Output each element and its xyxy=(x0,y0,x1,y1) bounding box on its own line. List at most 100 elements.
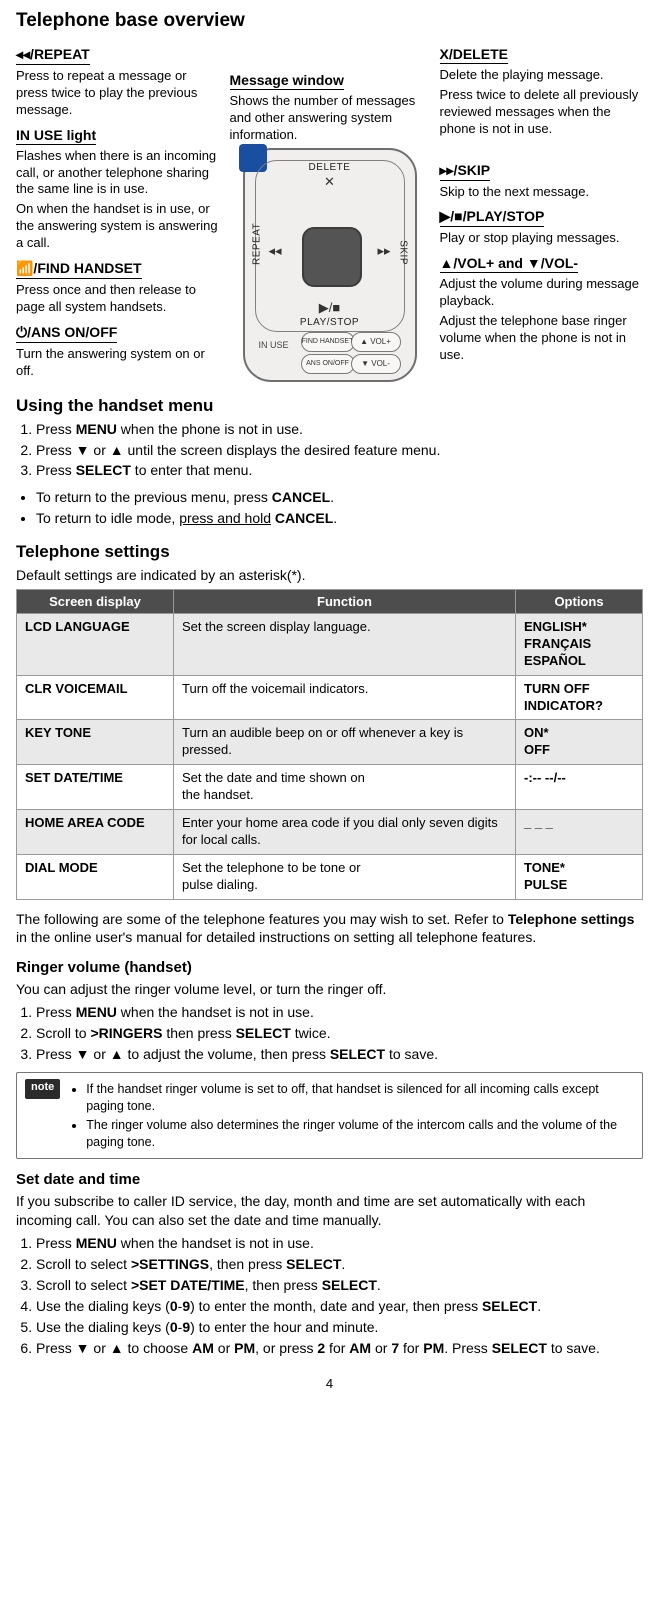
cell-screen: DIAL MODE xyxy=(17,854,174,899)
list-item: Scroll to select >SET DATE/TIME, then pr… xyxy=(36,1276,643,1295)
vol-text1: Adjust the volume during message playbac… xyxy=(440,276,644,310)
th-function: Function xyxy=(174,590,516,614)
list-item: Scroll to >RINGERS then press SELECT twi… xyxy=(36,1024,643,1043)
repeat-title: ◂◂/REPEAT xyxy=(16,46,90,65)
cell-options: TURN OFF INDICATOR? xyxy=(516,675,643,720)
datetime-title: Set date and time xyxy=(16,1171,643,1188)
datetime-intro: If you subscribe to caller ID service, t… xyxy=(16,1192,643,1230)
cell-function: Set the date and time shown on the hands… xyxy=(174,765,516,810)
settings-title: Telephone settings xyxy=(16,542,643,562)
th-options: Options xyxy=(516,590,643,614)
ringer-notes: If the handset ringer volume is set to o… xyxy=(70,1079,634,1153)
label-inuse: IN USE xyxy=(259,340,289,350)
list-item: Press MENU when the handset is not in us… xyxy=(36,1003,643,1022)
playstop-icon: ▶/■ xyxy=(319,300,340,316)
label-skip: SKIP xyxy=(397,240,408,265)
cell-function: Set the screen display language. xyxy=(174,614,516,676)
manual-page: Telephone base overview ◂◂/REPEAT Press … xyxy=(0,0,659,1431)
table-row: SET DATE/TIMESet the date and time shown… xyxy=(17,765,643,810)
settings-table: Screen display Function Options LCD LANG… xyxy=(16,589,643,900)
skip-title: ▸▸/SKIP xyxy=(440,162,491,181)
inuse-text2: On when the handset is in use, or the an… xyxy=(16,201,220,252)
pill-find: FIND HANDSET xyxy=(301,332,355,352)
pill-volplus: ▲ VOL+ xyxy=(351,332,401,352)
overview-left-column: ◂◂/REPEAT Press to repeat a message or p… xyxy=(16,38,220,382)
page-number: 4 xyxy=(16,1376,643,1391)
settings-after: The following are some of the telephone … xyxy=(16,910,643,948)
list-item: Press ▼ or ▲ to choose AM or PM, or pres… xyxy=(36,1339,643,1358)
table-row: DIAL MODESet the telephone to be tone or… xyxy=(17,854,643,899)
th-screen: Screen display xyxy=(17,590,174,614)
forward-icon: ▸▸ xyxy=(377,243,390,259)
cell-function: Enter your home area code if you dial on… xyxy=(174,810,516,855)
xdelete-text2: Press twice to delete all previously rev… xyxy=(440,87,644,138)
cell-function: Turn an audible beep on or off whenever … xyxy=(174,720,516,765)
find-text: Press once and then release to page all … xyxy=(16,282,220,316)
page-title: Telephone base overview xyxy=(16,10,643,32)
table-row: HOME AREA CODEEnter your home area code … xyxy=(17,810,643,855)
note-label: note xyxy=(25,1079,60,1099)
label-repeat: REPEAT xyxy=(251,222,262,264)
repeat-text: Press to repeat a message or press twice… xyxy=(16,68,220,119)
cell-options: ENGLISH* FRANÇAIS ESPAÑOL xyxy=(516,614,643,676)
center-button xyxy=(302,227,362,287)
list-item: Press SELECT to enter that menu. xyxy=(36,461,643,480)
ringer-title: Ringer volume (handset) xyxy=(16,959,643,976)
skip-text: Skip to the next message. xyxy=(440,184,644,201)
table-row: KEY TONETurn an audible beep on or off w… xyxy=(17,720,643,765)
cell-function: Turn off the voicemail indicators. xyxy=(174,675,516,720)
list-item: Use the dialing keys (0-9) to enter the … xyxy=(36,1297,643,1316)
cell-function: Set the telephone to be tone or pulse di… xyxy=(174,854,516,899)
overview-section: ◂◂/REPEAT Press to repeat a message or p… xyxy=(16,38,643,382)
ans-title: ⏻/ANS ON/OFF xyxy=(16,324,117,343)
note-item: The ringer volume also determines the ri… xyxy=(86,1117,634,1151)
x-icon: ✕ xyxy=(324,174,335,190)
datetime-steps: Press MENU when the handset is not in us… xyxy=(16,1234,643,1357)
ringer-steps: Press MENU when the handset is not in us… xyxy=(16,1003,643,1064)
cell-screen: SET DATE/TIME xyxy=(17,765,174,810)
cell-screen: HOME AREA CODE xyxy=(17,810,174,855)
cell-screen: LCD LANGUAGE xyxy=(17,614,174,676)
list-item: To return to the previous menu, press CA… xyxy=(36,488,643,507)
using-menu-title: Using the handset menu xyxy=(16,396,643,416)
playstop-text: Play or stop playing messages. xyxy=(440,230,644,247)
cell-options: _ _ _ xyxy=(516,810,643,855)
overview-center-column: Message window Shows the number of messa… xyxy=(230,72,430,382)
ringer-intro: You can adjust the ringer volume level, … xyxy=(16,980,643,999)
list-item: Press MENU when the handset is not in us… xyxy=(36,1234,643,1253)
inuse-text1: Flashes when there is an incoming call, … xyxy=(16,148,220,199)
list-item: Press MENU when the phone is not in use. xyxy=(36,420,643,439)
table-row: CLR VOICEMAILTurn off the voicemail indi… xyxy=(17,675,643,720)
rewind-icon: ◂◂ xyxy=(269,243,282,259)
pill-volminus: ▼ VOL- xyxy=(351,354,401,374)
vol-text2: Adjust the telephone base ringer volume … xyxy=(440,313,644,364)
settings-after-p1: The following are some of the telephone … xyxy=(16,911,508,927)
vol-title: ▲/VOL+ and ▼/VOL- xyxy=(440,255,579,273)
settings-subtitle: Default settings are indicated by an ast… xyxy=(16,566,643,585)
find-title: 📶/FIND HANDSET xyxy=(16,260,142,279)
cell-options: -:-- --/-- xyxy=(516,765,643,810)
msgwin-title: Message window xyxy=(230,72,344,90)
settings-after-p2: in the online user's manual for detailed… xyxy=(16,929,536,945)
list-item: Press ▼ or ▲ until the screen displays t… xyxy=(36,441,643,460)
settings-after-b: Telephone settings xyxy=(508,911,635,927)
xdelete-text1: Delete the playing message. xyxy=(440,67,644,84)
cell-options: ON* OFF xyxy=(516,720,643,765)
list-item: To return to idle mode, press and hold C… xyxy=(36,509,643,528)
xdelete-title: X/DELETE xyxy=(440,46,508,64)
cell-screen: KEY TONE xyxy=(17,720,174,765)
cell-options: TONE* PULSE xyxy=(516,854,643,899)
label-play: PLAY/STOP xyxy=(300,317,359,328)
list-item: Scroll to select >SETTINGS, then press S… xyxy=(36,1255,643,1274)
ringer-note-box: note If the handset ringer volume is set… xyxy=(16,1072,643,1160)
ans-text: Turn the answering system on or off. xyxy=(16,346,220,380)
note-item: If the handset ringer volume is set to o… xyxy=(86,1081,634,1115)
list-item: Use the dialing keys (0-9) to enter the … xyxy=(36,1318,643,1337)
label-delete: DELETE xyxy=(309,162,351,173)
inuse-title: IN USE light xyxy=(16,127,96,145)
using-menu-steps: Press MENU when the phone is not in use.… xyxy=(16,420,643,481)
table-row: LCD LANGUAGESet the screen display langu… xyxy=(17,614,643,676)
list-item: Press ▼ or ▲ to adjust the volume, then … xyxy=(36,1045,643,1064)
msgwin-text: Shows the number of messages and other a… xyxy=(230,93,430,144)
base-diagram: DELETE REPEAT SKIP PLAY/STOP ✕ ◂◂ ▸▸ ▶/■… xyxy=(243,148,417,382)
